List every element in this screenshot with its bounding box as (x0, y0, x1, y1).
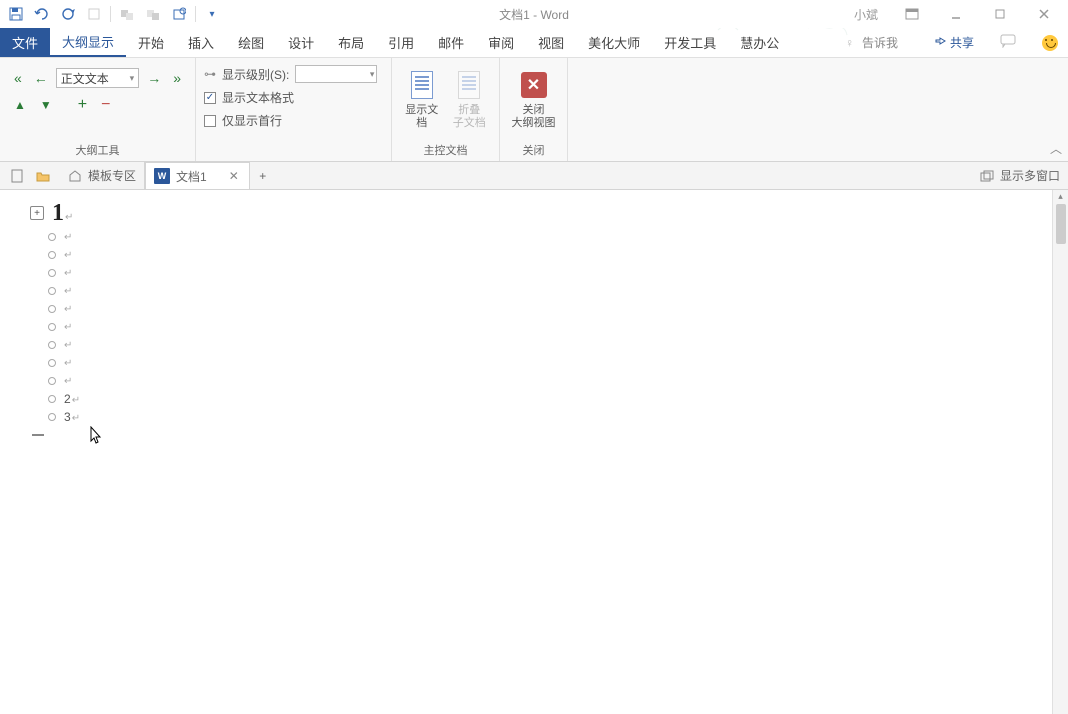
collapse-ribbon-button[interactable]: ︿ (1050, 140, 1062, 157)
outline-body-line[interactable]: ↵ (4, 282, 1048, 300)
close-outline-button[interactable]: ✕ 关闭 大纲视图 (510, 62, 558, 140)
undo-button[interactable] (30, 3, 54, 25)
group-label-close: 关闭 (506, 140, 561, 159)
titlebar: ▾ 文档1 - Word 小斌 (0, 0, 1068, 28)
tab-home[interactable]: 开始 (126, 28, 176, 57)
demote-body-button[interactable]: » (169, 68, 185, 88)
ribbon-content: « ← 正文文本▾ → » ▲ ▼ + − 大纲工具 ⊶ 显示级别(S): (0, 58, 1068, 162)
bulb-icon: ♀ (845, 36, 854, 50)
demote-button[interactable]: → (143, 68, 165, 88)
tab-references[interactable]: 引用 (376, 28, 426, 57)
outline-body-line[interactable]: ↵ (4, 228, 1048, 246)
tab-hui[interactable]: 慧办公 (728, 28, 791, 57)
outline-body-line[interactable]: ↵ (4, 300, 1048, 318)
outline-end-line[interactable] (4, 426, 1048, 444)
show-first-line-label: 仅显示首行 (222, 112, 282, 129)
qat-button-4[interactable] (82, 3, 106, 25)
tell-me[interactable]: 告诉我 (862, 34, 898, 51)
collapse-subdoc-button[interactable]: 折叠 子文档 (446, 62, 494, 140)
maximize-button[interactable] (980, 3, 1020, 25)
tab-insert[interactable]: 插入 (176, 28, 226, 57)
outline-body-line[interactable]: ↵ (4, 336, 1048, 354)
outline-body-line-3[interactable]: 3↵ (4, 408, 1048, 426)
tab-file[interactable]: 文件 (0, 28, 50, 57)
redo-button[interactable] (56, 3, 80, 25)
tab-beautify[interactable]: 美化大师 (576, 28, 652, 57)
document-area: + 1↵ ↵ ↵ ↵ ↵ ↵ ↵ ↵ ↵ ↵ 2↵ 3↵ ▴ (0, 190, 1068, 714)
qat-button-7[interactable] (167, 3, 191, 25)
show-document-button[interactable]: 显示文档 (398, 62, 446, 140)
subdoc-icon (458, 71, 480, 99)
share-button[interactable]: 共享 (932, 34, 974, 51)
close-doc-tab[interactable]: ✕ (227, 169, 241, 183)
save-button[interactable] (4, 3, 28, 25)
outline-body-line[interactable]: ↵ (4, 372, 1048, 390)
document-content[interactable]: + 1↵ ↵ ↵ ↵ ↵ ↵ ↵ ↵ ↵ ↵ 2↵ 3↵ (0, 190, 1052, 714)
promote-button[interactable]: ← (30, 68, 52, 88)
document-tabs: 模板专区 W 文档1 ✕ + 显示多窗口 (0, 162, 1068, 190)
level-icon: ⊶ (204, 67, 216, 81)
show-text-format-checkbox[interactable] (204, 92, 216, 104)
tab-outline[interactable]: 大纲显示 (50, 28, 126, 57)
promote-top-button[interactable]: « (10, 68, 26, 88)
outline-body-line[interactable]: ↵ (4, 246, 1048, 264)
qat-button-5[interactable] (115, 3, 139, 25)
ribbon-display-options[interactable] (892, 3, 932, 25)
expand-heading-icon[interactable]: + (30, 206, 44, 220)
home-icon (68, 169, 82, 183)
comments-icon[interactable] (1000, 34, 1016, 51)
paragraph-mark: ↵ (65, 212, 73, 223)
tab-draw[interactable]: 绘图 (226, 28, 276, 57)
tab-review[interactable]: 审阅 (476, 28, 526, 57)
doc-tab-1[interactable]: W 文档1 ✕ (145, 162, 250, 189)
outline-body-line-2[interactable]: 2↵ (4, 390, 1048, 408)
new-doc-icon[interactable] (6, 166, 28, 186)
document-icon (411, 71, 433, 99)
body-bullet-icon (48, 233, 56, 241)
move-up-button[interactable]: ▲ (10, 96, 30, 114)
show-text-format-label: 显示文本格式 (222, 89, 294, 106)
close-button[interactable] (1024, 3, 1064, 25)
scrollbar-thumb[interactable] (1056, 204, 1066, 244)
collapse-button[interactable]: − (97, 94, 114, 116)
tab-developer[interactable]: 开发工具 (652, 28, 728, 57)
minimize-button[interactable] (936, 3, 976, 25)
outline-body-line[interactable]: ↵ (4, 264, 1048, 282)
outline-heading-1[interactable]: + 1↵ (4, 198, 1048, 228)
tab-layout[interactable]: 布局 (326, 28, 376, 57)
close-icon: ✕ (521, 72, 547, 98)
show-level-label: 显示级别(S): (222, 66, 289, 83)
share-icon (932, 36, 946, 50)
new-tab-button[interactable]: + (250, 169, 276, 183)
word-icon: W (154, 168, 170, 184)
window-title: 文档1 - Word (499, 6, 569, 23)
move-down-button[interactable]: ▼ (36, 96, 56, 114)
separator (195, 6, 196, 22)
separator (110, 6, 111, 22)
group-label-outline-tools: 大纲工具 (6, 140, 189, 159)
tab-view[interactable]: 视图 (526, 28, 576, 57)
quick-access-toolbar: ▾ (0, 3, 228, 25)
end-dash-icon (32, 434, 44, 436)
template-zone-tab[interactable]: 模板专区 (60, 162, 145, 189)
username: 小斌 (854, 6, 878, 23)
outline-body-line[interactable]: ↵ (4, 354, 1048, 372)
open-folder-icon[interactable] (32, 166, 54, 186)
vertical-scrollbar[interactable]: ▴ (1052, 190, 1068, 714)
group-label-master: 主控文档 (398, 140, 493, 159)
show-multi-window[interactable]: 显示多窗口 (1000, 167, 1060, 184)
tab-design[interactable]: 设计 (276, 28, 326, 57)
show-first-line-checkbox[interactable] (204, 115, 216, 127)
qat-customize-button[interactable]: ▾ (200, 3, 224, 25)
multi-window-icon (980, 170, 994, 182)
outline-body-line[interactable]: ↵ (4, 318, 1048, 336)
smiley-icon[interactable] (1042, 35, 1058, 51)
show-level-select[interactable]: ▾ (295, 65, 377, 83)
tab-mail[interactable]: 邮件 (426, 28, 476, 57)
qat-button-6[interactable] (141, 3, 165, 25)
ribbon-tabs: 文件 大纲显示 开始 插入 绘图 设计 布局 引用 邮件 审阅 视图 美化大师 … (0, 28, 1068, 58)
outline-level-select[interactable]: 正文文本▾ (56, 68, 139, 88)
expand-button[interactable]: + (74, 94, 91, 116)
